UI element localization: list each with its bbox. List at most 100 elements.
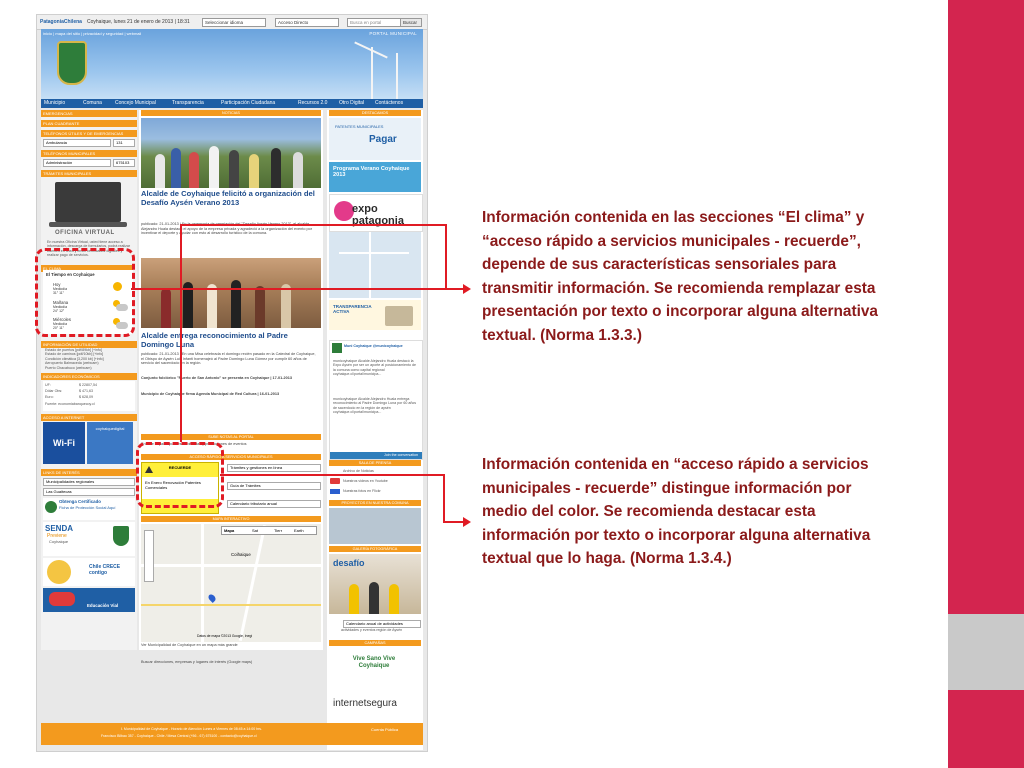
vive-sano-label: Vive Sano Vive Coyhaique [352, 656, 396, 669]
map-tab-earth[interactable]: Earth [294, 528, 304, 533]
wifi-icon[interactable]: Wi-Fi [43, 422, 85, 465]
news-link-agenda[interactable]: Municipio de Coyhaique firma Agenda Muni… [141, 392, 319, 397]
nav-otro-digital[interactable]: Otro Digital [339, 100, 364, 106]
youtube-link[interactable]: Nuestros videos en Youtube [343, 479, 388, 483]
news-link-conjunto[interactable]: Conjunto folclórico "Puerto de San Anton… [141, 376, 319, 381]
senda-label[interactable]: SENDA [45, 524, 73, 533]
internet-segura-banner[interactable]: internetsegura [329, 690, 421, 720]
tramites-linea-select[interactable]: Trámites y gestiones en línea [227, 464, 321, 472]
ficha-label[interactable]: Ficha de Protección Social Aquí [59, 505, 129, 510]
util-item[interactable]: Puerto Chacabuco (webcam) [45, 366, 141, 370]
search-button[interactable]: Buscar [400, 18, 422, 27]
map-road [141, 564, 321, 567]
map-road [238, 524, 267, 642]
center-column: NOTICIAS Alcalde de Coyhaique felicitó a… [139, 110, 323, 664]
right-column: DESTACAMOS PATENTES MUNICIPALES Pagar Pr… [327, 110, 423, 750]
guia-tramites-select[interactable]: Guía de Trámites [227, 482, 321, 490]
nav-contactenos[interactable]: Contáctenos [375, 100, 403, 106]
uf-value: $ 22807,54 [79, 383, 97, 388]
cuenta-publica-link[interactable]: Cuenta Pública [371, 727, 398, 732]
map-tab-tierr[interactable]: Tierr [274, 528, 282, 533]
oficina-virtual-label[interactable]: OFICINA VIRTUAL [55, 230, 115, 236]
person-figure [209, 146, 219, 188]
wifi-header: ACCESO A INTERNET [41, 414, 137, 422]
interactive-map[interactable]: Mapa Sat Tierr Earth Coihaique Datos de … [141, 524, 321, 642]
person-figure [155, 154, 165, 188]
nav-concejo[interactable]: Concejo Municipal [115, 100, 156, 106]
map-copyright: Datos de mapa ©2013 Google, Inegi [197, 634, 253, 638]
decorative-sidebar-bottom [948, 690, 1024, 768]
laptop-icon[interactable] [49, 182, 127, 227]
coyhaique-digital-banner[interactable]: coyhaiquedigital [87, 422, 133, 465]
news-photo-1[interactable] [141, 118, 321, 188]
galeria-image[interactable]: desafío [329, 554, 421, 614]
connector-line [445, 224, 447, 288]
ambulancia-select[interactable]: Ambulancia [43, 139, 111, 147]
calendario-select[interactable]: Calendario tributario anual [227, 500, 321, 508]
map-tab-mapa[interactable]: Mapa [224, 528, 234, 533]
twitter-handle[interactable]: Muni Coyhaique @municoyhaique [344, 344, 418, 348]
child-illustration-icon [47, 560, 71, 585]
map-road [141, 604, 321, 606]
coyhaique-label: Coyhaique [49, 539, 69, 545]
news-title-1[interactable]: Alcalde de Coyhaique felicitó a organiza… [141, 189, 319, 207]
guaitecas-select[interactable]: Las Guaitecas [43, 488, 135, 497]
flickr-link[interactable]: Nuestras fotos en Flickr [343, 489, 381, 493]
tramites-header: TRÁMITES MUNICIPALES [41, 170, 137, 177]
educacion-vial-label[interactable]: Educación Vial [87, 603, 118, 608]
map-tab-sat[interactable]: Sat [252, 528, 258, 533]
mapa-header: MAPA INTERACTIVO [141, 516, 321, 522]
person-figure [281, 284, 291, 328]
vive-sano-banner[interactable]: Vive Sano Vive Coyhaique [329, 650, 421, 686]
patentes-banner[interactable]: PATENTES MUNICIPALES Pagar [329, 118, 421, 160]
nav-comuna[interactable]: Comuna [83, 100, 102, 106]
sube-notas-header: SUBE NOTAS AL PORTAL [141, 434, 321, 440]
proyectos-header: PROYECTOS EN NUESTRA COMUNA [329, 500, 421, 506]
join-conversation-link[interactable]: Join the conversation [330, 452, 422, 459]
proyectos-image[interactable] [329, 508, 421, 544]
person-figure [207, 284, 217, 328]
map-pin-icon[interactable] [207, 593, 217, 603]
map-zoom-control[interactable] [144, 530, 154, 582]
map-city-label: Coihaique [231, 552, 251, 557]
person-figure [249, 154, 259, 188]
nav-transparencia[interactable]: Transparencia [172, 100, 204, 106]
website-screenshot: PatagoniaChilena Coyhaique, lunes 21 de … [36, 14, 428, 752]
ver-mapa-link[interactable]: Ver Municipalidad de Coyhaique en un map… [141, 643, 319, 648]
windmill-icon [371, 47, 373, 99]
news-title-2[interactable]: Alcalde entrega reconocimiento al Padre … [141, 331, 319, 349]
decorative-sidebar-middle [948, 614, 1024, 690]
direct-access-select[interactable]: Acceso Directo [275, 18, 339, 27]
utility-links[interactable]: inicio | mapa del sitio | privacidad y s… [43, 31, 141, 36]
portal-label: PORTAL MUNICIPAL [369, 31, 417, 36]
certificado-label[interactable]: Obtenga Certificado [59, 499, 101, 504]
connector-line [443, 474, 445, 522]
flickr-icon [330, 489, 340, 494]
uf-label: UF: [45, 383, 51, 388]
patentes-label: PATENTES MUNICIPALES [335, 124, 384, 129]
nav-municipio[interactable]: Municipio [44, 100, 65, 106]
plan-cuadrante-header[interactable]: PLAN CUADRANTE [41, 120, 137, 127]
nav-recursos[interactable]: Recursos 2.0 [298, 100, 327, 106]
transparencia-banner[interactable]: TRANSPARENCIA ACTIVA [329, 300, 421, 330]
ambulancia-number: 131 [113, 139, 135, 147]
language-select[interactable]: Seleccionar idioma [202, 18, 266, 27]
administracion-select[interactable]: Administración [43, 159, 111, 167]
dolar-value: $ 471,63 [79, 389, 93, 394]
buscar-direcciones-link[interactable]: Buscar direcciones, empresas y lugares d… [141, 660, 319, 665]
search-input[interactable]: Busca en portal [347, 18, 401, 27]
archivo-link[interactable]: Archivo de Noticias [343, 469, 374, 473]
left-column: EMERGENCIAS PLAN CUADRANTE TELÉFONOS ÚTI… [41, 110, 137, 650]
calendario-actividades-select[interactable]: Calendario anual de actividades [343, 620, 421, 628]
nav-participacion[interactable]: Participación Ciudadana [221, 100, 275, 106]
news-photo-2[interactable] [141, 258, 321, 328]
programa-verano-banner[interactable]: Programa Verano Coyhaique 2013 [329, 162, 421, 192]
municipalidades-select[interactable]: Municipalidades regionales [43, 478, 135, 487]
expo-banner[interactable]: expo patagonia [329, 194, 423, 232]
chile-crece-label[interactable]: Chile CRECE contigo [89, 564, 133, 576]
galeria-header: GALERÍA FOTOGRÁFICA [329, 546, 421, 552]
person-figure [293, 152, 303, 188]
euro-value: $ 628,09 [79, 395, 93, 400]
emergencias-header: EMERGENCIAS [41, 110, 137, 117]
person-figure [349, 584, 359, 614]
